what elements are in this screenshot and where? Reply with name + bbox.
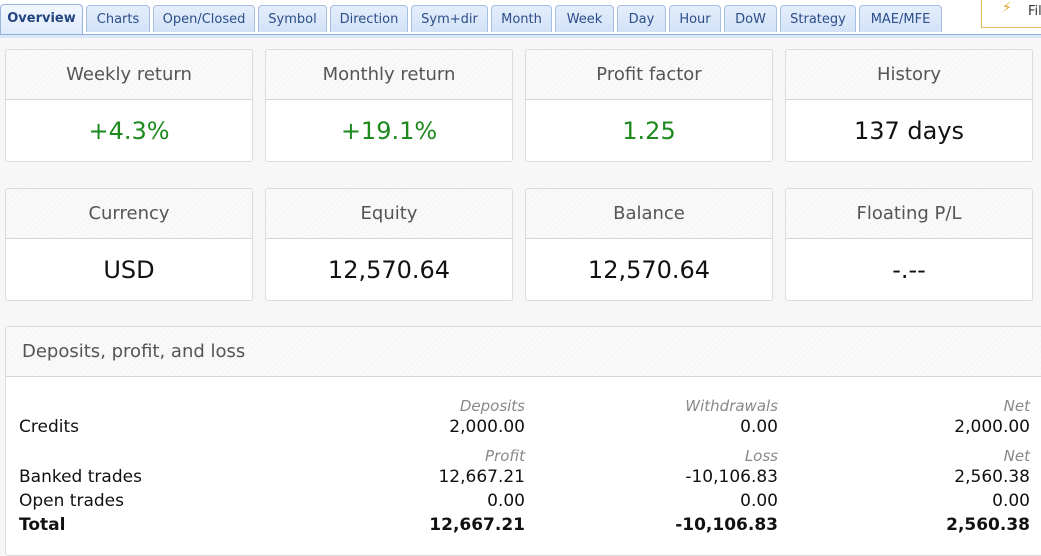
- card-title: Currency: [6, 189, 252, 239]
- total-loss: -10,106.83: [675, 515, 778, 535]
- row-label-total: Total: [19, 515, 66, 535]
- card-value: 137 days: [853, 117, 965, 145]
- card-title: Balance: [526, 189, 772, 239]
- col-header-withdrawals: Withdrawals: [685, 397, 778, 415]
- tab-charts[interactable]: Charts: [86, 5, 150, 32]
- card-currency: Currency USD: [5, 188, 253, 301]
- credits-withdrawals: 0.00: [740, 417, 778, 437]
- card-title: Profit factor: [526, 50, 772, 100]
- col-header-profit: Profit: [485, 447, 525, 465]
- tab-bar: Overview Charts Open/Closed Symbol Direc…: [0, 0, 1041, 38]
- tab-open-closed[interactable]: Open/Closed: [153, 5, 255, 32]
- tab-month[interactable]: Month: [491, 5, 552, 32]
- tab-mae-mfe[interactable]: MAE/MFE: [859, 5, 942, 32]
- card-weekly-return: Weekly return +4.3%: [5, 49, 253, 162]
- credits-deposits: 2,000.00: [449, 417, 525, 437]
- row-label-credits: Credits: [19, 417, 79, 437]
- filter-button-label: Fil: [1028, 4, 1041, 19]
- card-value: USD: [103, 256, 155, 284]
- open-loss: 0.00: [740, 491, 778, 511]
- card-title: Weekly return: [6, 50, 252, 100]
- card-value: -.--: [892, 256, 926, 284]
- card-balance: Balance 12,570.64: [525, 188, 773, 301]
- card-value: 12,570.64: [327, 256, 451, 284]
- total-profit: 12,667.21: [429, 515, 525, 535]
- card-history: History 137 days: [785, 49, 1033, 162]
- row-label-open-trades: Open trades: [19, 491, 124, 511]
- credits-net: 2,000.00: [954, 417, 1030, 437]
- card-value: 12,570.64: [587, 256, 711, 284]
- tab-direction[interactable]: Direction: [330, 5, 408, 32]
- lightning-filter-icon: ⚡: [1002, 0, 1012, 16]
- tab-hour[interactable]: Hour: [669, 5, 721, 32]
- total-net: 2,560.38: [946, 515, 1030, 535]
- card-value: 1.25: [622, 117, 676, 145]
- card-title: Equity: [266, 189, 512, 239]
- tab-dow[interactable]: DoW: [724, 5, 777, 32]
- open-net: 0.00: [992, 491, 1030, 511]
- banked-net: 2,560.38: [954, 467, 1030, 487]
- tab-strategy[interactable]: Strategy: [780, 5, 856, 32]
- tab-week[interactable]: Week: [555, 5, 614, 32]
- card-value: +19.1%: [340, 117, 438, 145]
- banked-profit: 12,667.21: [438, 467, 525, 487]
- tab-symbol[interactable]: Symbol: [258, 5, 327, 32]
- card-profit-factor: Profit factor 1.25: [525, 49, 773, 162]
- tab-sym-dir[interactable]: Sym+dir: [411, 5, 488, 32]
- col-header-net-trades: Net: [1003, 447, 1030, 465]
- open-profit: 0.00: [487, 491, 525, 511]
- col-header-deposits: Deposits: [459, 397, 525, 415]
- row-label-banked-trades: Banked trades: [19, 467, 142, 487]
- card-monthly-return: Monthly return +19.1%: [265, 49, 513, 162]
- tab-day[interactable]: Day: [617, 5, 666, 32]
- banked-loss: -10,106.83: [685, 467, 778, 487]
- card-title: Floating P/L: [786, 189, 1032, 239]
- tab-overview[interactable]: Overview: [0, 4, 83, 34]
- panel-title: Deposits, profit, and loss: [6, 327, 1041, 377]
- filter-button[interactable]: ⚡ Fil: [981, 0, 1041, 28]
- card-title: Monthly return: [266, 50, 512, 100]
- card-value: +4.3%: [88, 117, 170, 145]
- col-header-net: Net: [1003, 397, 1030, 415]
- col-header-loss: Loss: [744, 447, 778, 465]
- card-title: History: [786, 50, 1032, 100]
- card-floating-pl: Floating P/L -.--: [785, 188, 1033, 301]
- card-equity: Equity 12,570.64: [265, 188, 513, 301]
- deposits-profit-loss-panel: Deposits, profit, and loss Deposits With…: [5, 326, 1041, 556]
